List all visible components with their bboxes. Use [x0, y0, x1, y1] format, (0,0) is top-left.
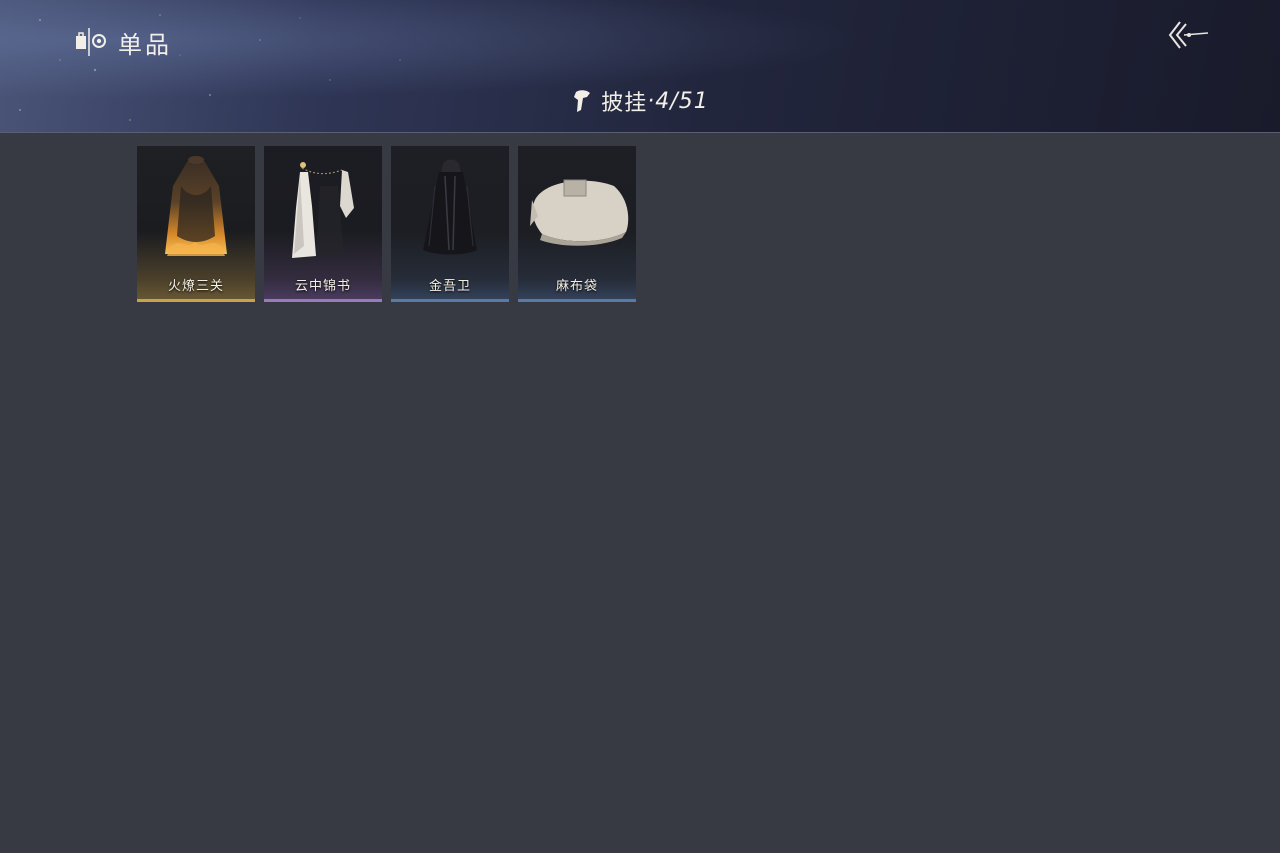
item-grid: 火燎三关 云中锦书 金吾卫 麻布袋	[137, 146, 645, 302]
item-label: 麻布袋	[555, 279, 598, 294]
item-card-yunzhong-jinshu[interactable]: 云中锦书	[264, 146, 382, 302]
item-card-mabudai[interactable]: 麻布袋	[518, 146, 636, 302]
rarity-bar	[518, 299, 636, 302]
cloak-icon	[574, 90, 591, 112]
item-label: 金吾卫	[428, 279, 471, 294]
rarity-bar	[264, 299, 382, 302]
page-title: 单品	[118, 30, 172, 59]
back-button[interactable]	[1166, 18, 1212, 52]
top-header: 单品 披挂 ·4/51	[0, 0, 1280, 133]
item-label: 火燎三关	[167, 279, 224, 294]
item-card-huoliao-sanguan[interactable]: 火燎三关	[137, 146, 255, 302]
item-label: 云中锦书	[294, 279, 351, 294]
category-name: 披挂	[601, 91, 648, 116]
category-heading: 披挂 ·4/51	[0, 84, 1280, 118]
rarity-bar	[391, 299, 509, 302]
back-arrow-icon	[1168, 21, 1209, 49]
rarity-bar	[137, 299, 255, 302]
collection-icon	[76, 28, 106, 56]
item-card-jinwuwei[interactable]: 金吾卫	[391, 146, 509, 302]
category-count: ·4/51	[647, 88, 709, 114]
page-brand: 单品	[74, 26, 172, 59]
